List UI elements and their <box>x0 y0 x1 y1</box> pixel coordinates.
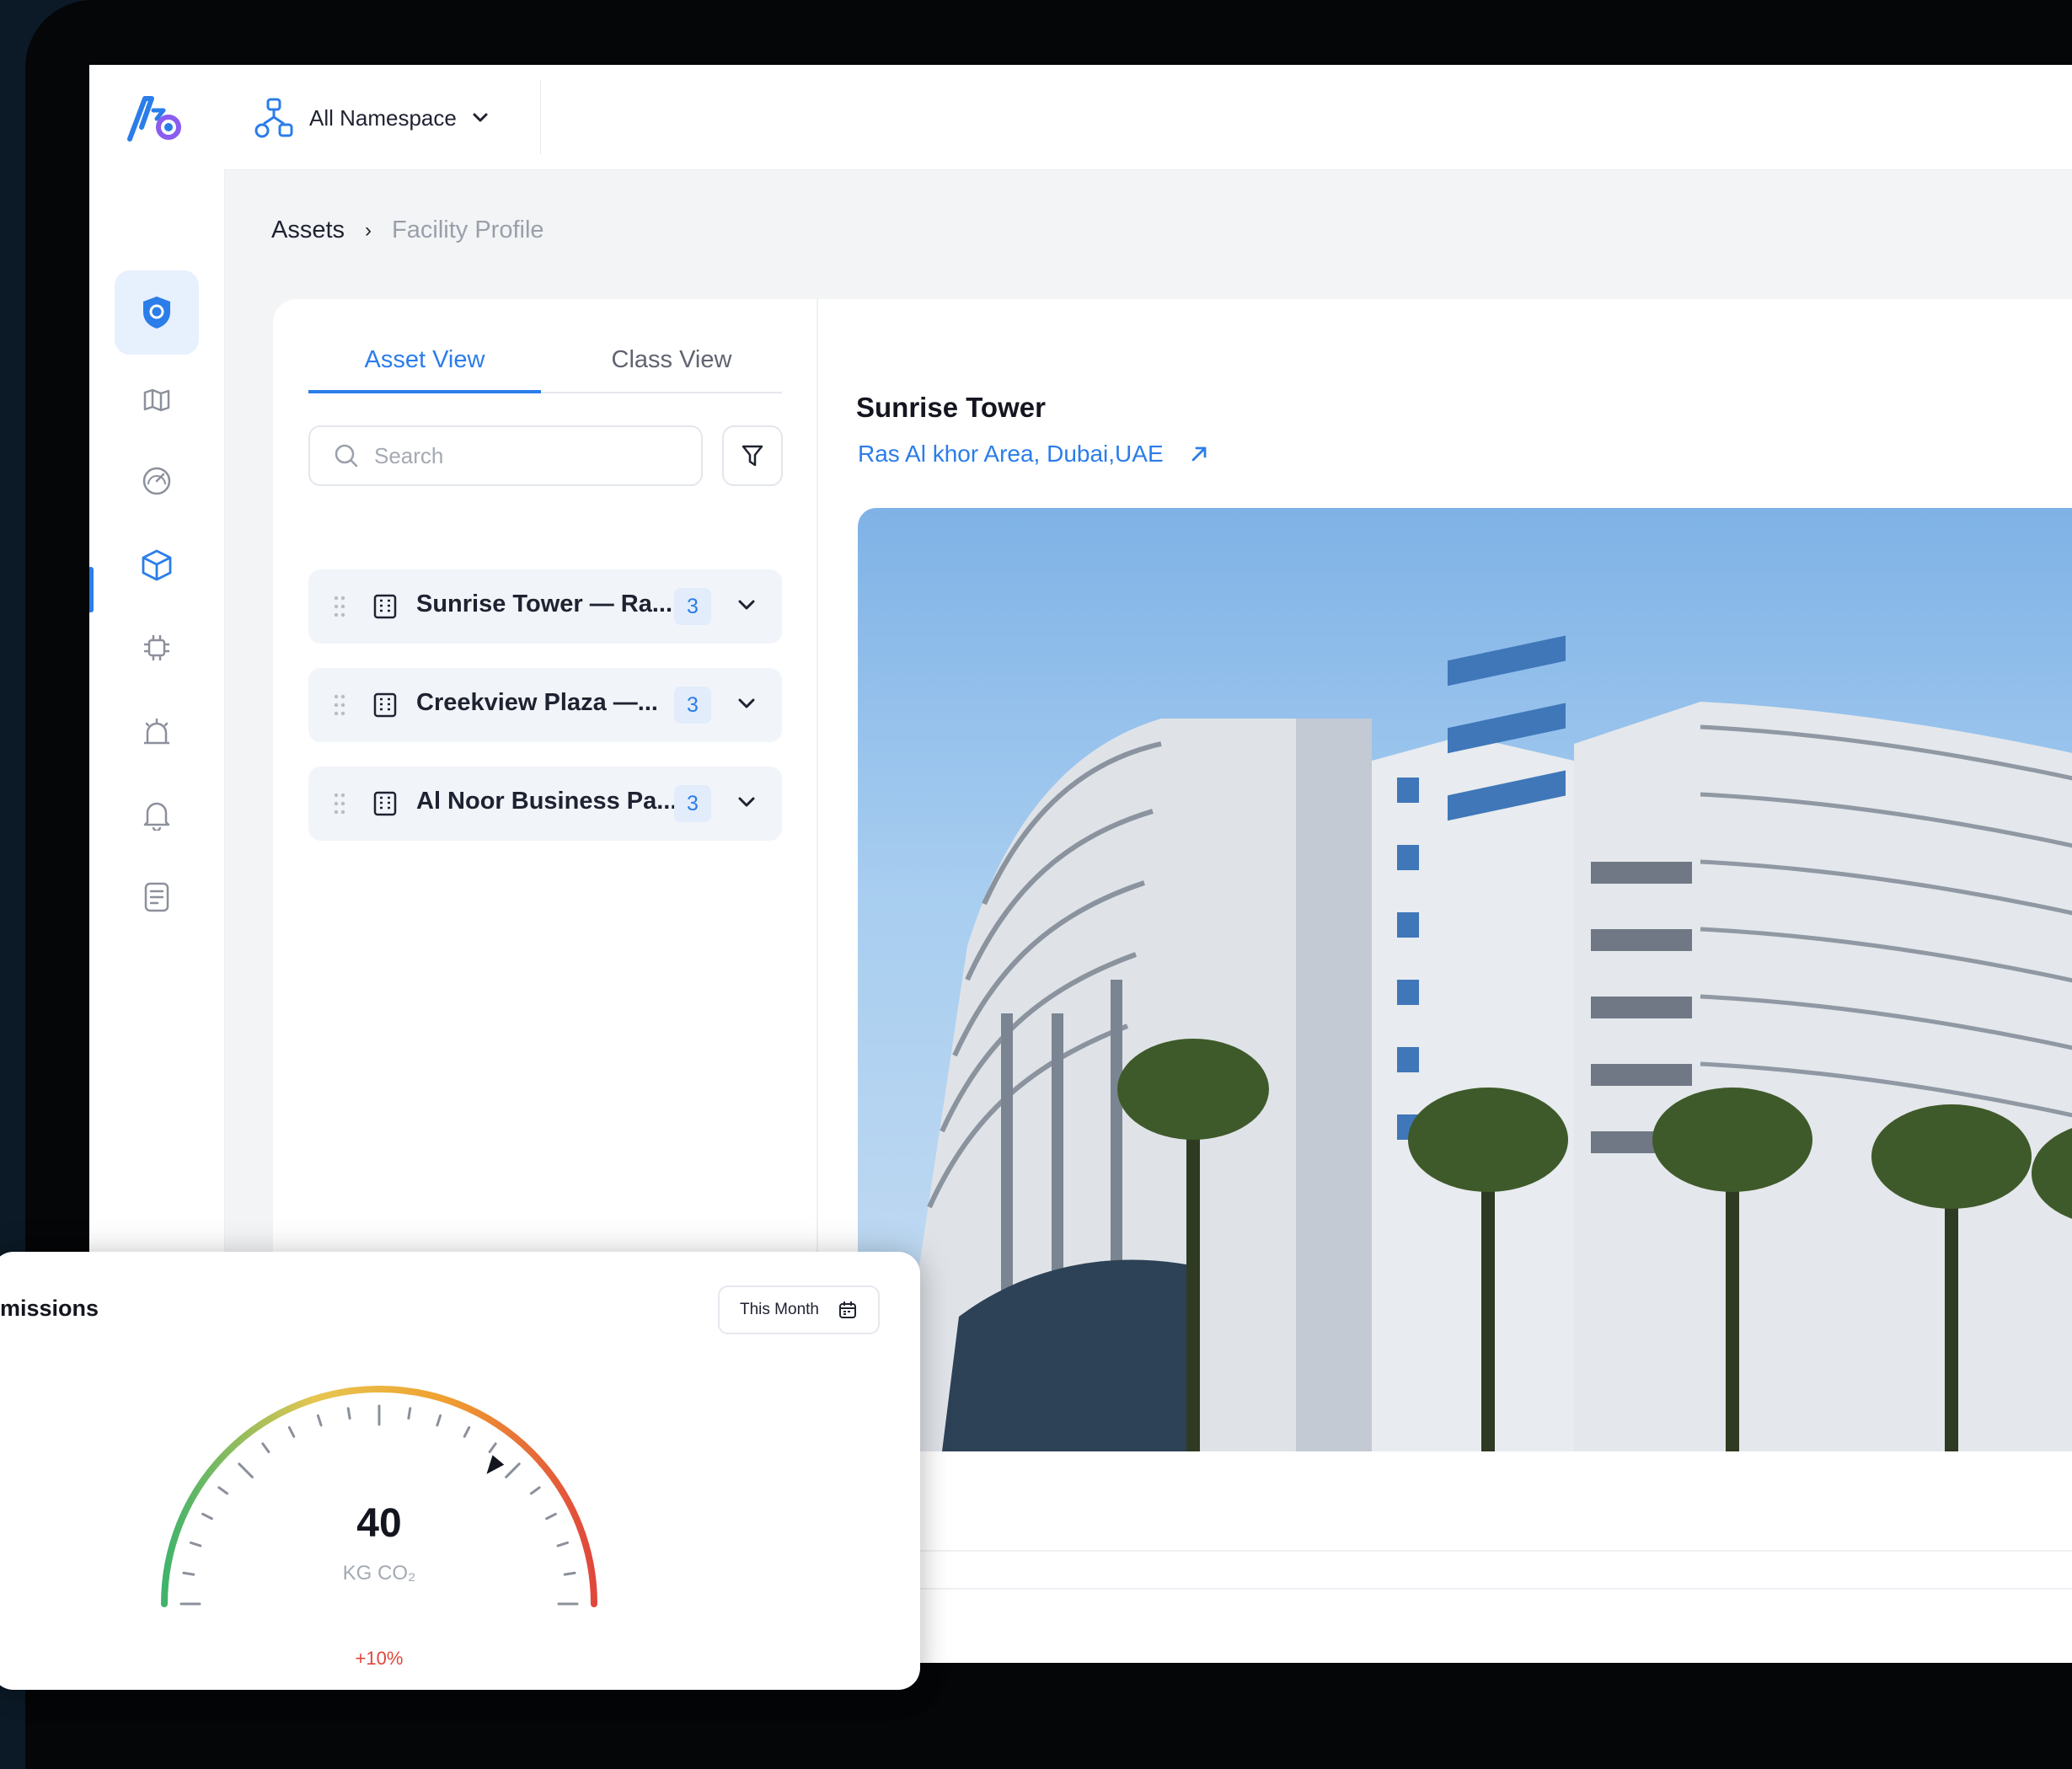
search-input[interactable] <box>372 441 679 470</box>
building-icon <box>373 791 397 816</box>
rail-item-map[interactable] <box>115 356 199 441</box>
external-link-icon <box>1191 446 1207 462</box>
search-icon <box>335 444 358 468</box>
gauge-tick <box>488 1442 497 1454</box>
bell-icon <box>143 802 170 831</box>
gauge-pointer <box>486 1455 505 1474</box>
building-icon <box>373 594 397 619</box>
gauge-tick <box>463 1426 471 1438</box>
map-icon <box>143 388 170 412</box>
emissions-card: missions This Month 40 KG CO₂ +10% <box>0 1252 920 1690</box>
asset-row-al-noor-business-park[interactable]: Al Noor Business Pa... 3 <box>308 767 782 841</box>
breadcrumb-current: Facility Profile <box>392 216 544 243</box>
namespace-selector[interactable]: All Namespace <box>254 97 489 139</box>
tab-asset-view[interactable]: Asset View <box>308 343 541 393</box>
tab-class-view[interactable]: Class View <box>561 343 782 390</box>
chevron-down-icon <box>473 113 488 122</box>
gauge-tick <box>505 1462 521 1478</box>
breadcrumb: Assets › Facility Profile <box>271 216 544 244</box>
namespace-label: All Namespace <box>309 104 457 131</box>
chevron-down-icon[interactable] <box>736 595 757 615</box>
asset-count-badge: 3 <box>674 588 711 625</box>
rail-item-devices[interactable] <box>115 606 199 690</box>
asset-count-badge: 3 <box>674 687 711 724</box>
gauge-tick <box>529 1486 541 1495</box>
rail-item-reports[interactable] <box>115 855 199 939</box>
document-icon <box>144 882 169 912</box>
gauge-tick <box>182 1571 195 1576</box>
cube-icon <box>142 549 172 581</box>
rail-item-dashboard[interactable] <box>115 439 199 523</box>
building-illustration <box>891 635 2072 1451</box>
network-icon <box>254 98 293 138</box>
drag-handle-icon[interactable] <box>334 692 345 718</box>
emissions-value: 40 <box>356 1501 402 1546</box>
gauge-icon <box>142 467 171 495</box>
rail-item-alarms[interactable] <box>115 690 199 774</box>
app-logo[interactable] <box>126 94 187 142</box>
asset-name: Al Noor Business Pa... <box>416 788 677 815</box>
gauge-tick <box>238 1462 254 1478</box>
section-divider <box>858 1550 2072 1552</box>
chevron-down-icon[interactable] <box>736 792 757 812</box>
top-bar: All Namespace <box>89 65 2072 170</box>
facility-location-link[interactable]: Ras Al khor Area, Dubai,UAE <box>858 441 1209 468</box>
drag-handle-icon[interactable] <box>334 791 345 816</box>
header-divider <box>540 80 541 154</box>
rail-item-assets[interactable] <box>115 523 199 607</box>
gauge-tick <box>563 1571 576 1576</box>
rail-item-notifications[interactable] <box>115 772 199 857</box>
gauge-tick <box>217 1486 229 1495</box>
asset-count-badge: 3 <box>674 785 711 822</box>
calendar-icon <box>838 1301 856 1318</box>
breadcrumb-separator: › <box>365 218 372 242</box>
rail-active-marker <box>89 567 94 612</box>
chevron-down-icon[interactable] <box>736 693 757 713</box>
breadcrumb-assets[interactable]: Assets <box>271 216 345 244</box>
gauge-tick <box>545 1512 557 1520</box>
view-tabs: Asset View Class View <box>308 343 782 393</box>
gauge-tick <box>556 1541 569 1547</box>
building-icon <box>373 692 397 718</box>
gauge-tick <box>190 1541 202 1547</box>
gauge-tick <box>436 1414 442 1427</box>
emissions-delta: +10% <box>355 1648 404 1669</box>
search-box <box>308 425 703 486</box>
period-label: This Month <box>740 1301 819 1318</box>
filter-button[interactable] <box>722 425 783 486</box>
facility-title: Sunrise Tower <box>856 392 1046 423</box>
emissions-unit: KG CO₂ <box>342 1562 416 1585</box>
filter-icon <box>742 445 763 467</box>
shield-icon <box>143 297 170 329</box>
asset-row-creekview-plaza[interactable]: Creekview Plaza —... 3 <box>308 668 782 742</box>
emissions-title: missions <box>0 1296 99 1321</box>
period-selector[interactable]: This Month <box>718 1285 880 1334</box>
facility-location: Ras Al khor Area, Dubai,UAE <box>858 441 1164 467</box>
gauge-tick <box>316 1414 323 1427</box>
gauge-tick <box>346 1407 351 1420</box>
gauge-tick <box>287 1426 296 1438</box>
drag-handle-icon[interactable] <box>334 594 345 619</box>
gauge-tick <box>407 1407 412 1420</box>
asset-name: Creekview Plaza —... <box>416 689 658 716</box>
gauge-tick <box>261 1442 270 1454</box>
asset-name: Sunrise Tower — Ra... <box>416 591 673 617</box>
facility-photo <box>858 508 2072 1451</box>
chip-icon <box>144 635 169 660</box>
asset-row-sunrise-tower[interactable]: Sunrise Tower — Ra... 3 <box>308 569 782 644</box>
gauge-tick <box>201 1512 213 1520</box>
rail-item-security[interactable] <box>115 270 199 355</box>
alarm-icon <box>144 718 169 745</box>
section-divider <box>858 1588 2072 1590</box>
